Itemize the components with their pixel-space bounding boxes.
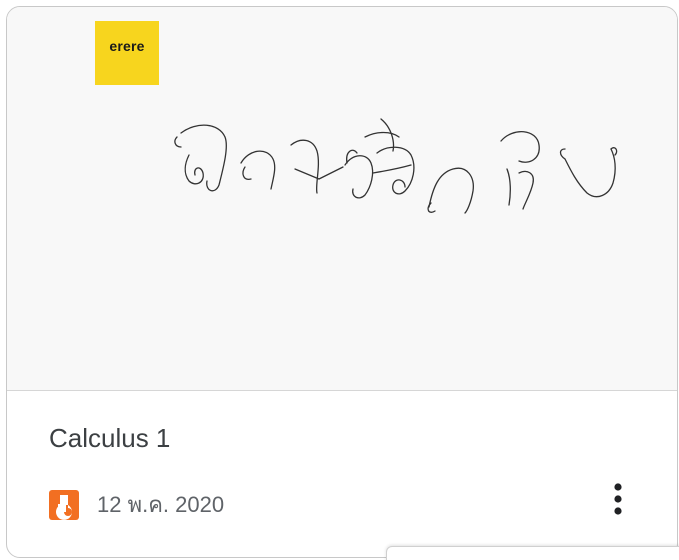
board-date: 12 พ.ค. 2020 [97,492,225,517]
board-title[interactable]: Calculus 1 [49,423,170,454]
board-thumbnail[interactable]: erere [7,7,677,391]
handwriting-sketch [174,118,618,214]
jamboard-card[interactable]: erere Calculus 1 12 พ.ค. 2020 [6,6,678,558]
board-meta: 12 พ.ค. 2020 [49,487,224,522]
partial-popup-panel [386,546,679,560]
more-vert-icon [614,483,622,515]
more-options-button[interactable] [603,477,633,521]
sticky-note-text: erere [109,38,145,54]
sticky-note: erere [95,21,159,85]
jamboard-icon [49,489,79,520]
app-viewport: erere Calculus 1 12 พ.ค. 2020 [0,0,679,560]
card-footer: Calculus 1 12 พ.ค. 2020 [7,391,677,557]
